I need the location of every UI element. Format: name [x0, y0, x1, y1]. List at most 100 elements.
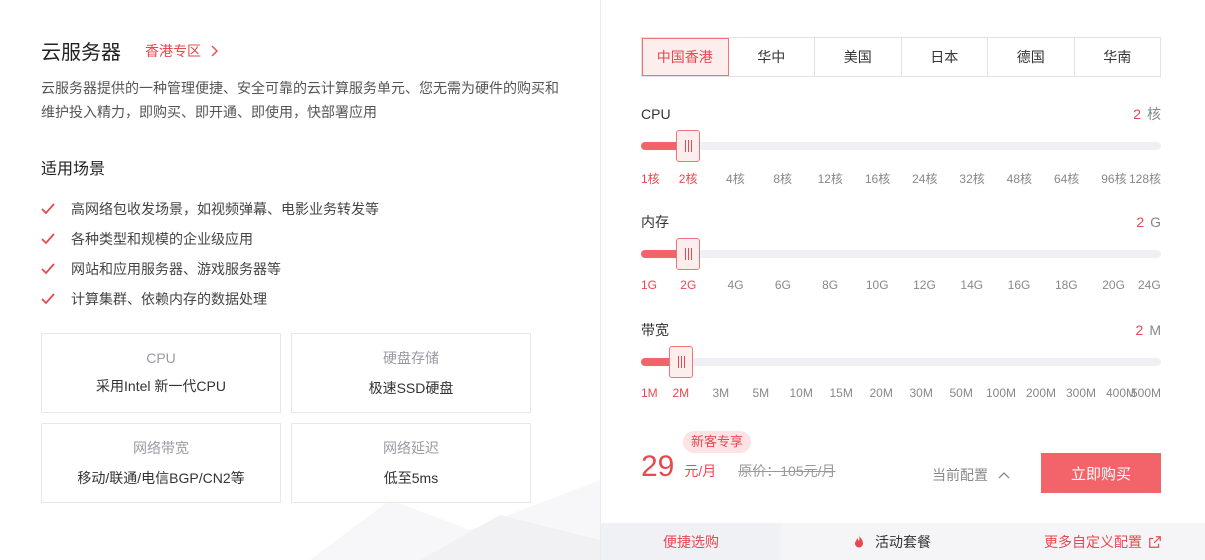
region-tab-usa[interactable]: 美国 — [815, 38, 902, 76]
slider-tick[interactable]: 18G — [1055, 278, 1078, 292]
list-item: 高网络包收发场景，如视频弹幕、电影业务转发等 — [41, 194, 379, 224]
slider-tick[interactable]: 64核 — [1054, 170, 1079, 187]
slider-tick[interactable]: 48核 — [1007, 170, 1032, 187]
current-config-label: 当前配置 — [932, 467, 988, 483]
slider-tick[interactable]: 10M — [790, 386, 813, 400]
fire-icon — [855, 534, 863, 547]
slider-tick[interactable]: 2核 — [679, 170, 698, 187]
slider-tick[interactable]: 16核 — [865, 170, 890, 187]
more-custom-config-link[interactable]: 更多自定义配置 — [1001, 523, 1205, 560]
slider-tick[interactable]: 6G — [775, 278, 791, 292]
price-unit: 元/月 — [684, 463, 717, 479]
scenario-text: 计算集群、依赖内存的数据处理 — [71, 291, 267, 307]
slider-track[interactable] — [641, 346, 1161, 378]
slider-track[interactable] — [641, 238, 1161, 270]
slider-tick[interactable]: 30M — [910, 386, 933, 400]
feature-label: CPU — [146, 350, 176, 366]
slider-value-number: 2 — [1133, 106, 1141, 122]
slider-value: 2M — [1136, 322, 1161, 338]
region-tab-japan[interactable]: 日本 — [901, 38, 988, 76]
feature-label: 网络带宽 — [133, 440, 189, 456]
feature-label: 网络延迟 — [383, 440, 439, 456]
slider-tick[interactable]: 1G — [641, 278, 657, 292]
slider-tick[interactable]: 32核 — [959, 170, 984, 187]
slider-tick[interactable]: 16G — [1008, 278, 1031, 292]
slider-tick[interactable]: 2M — [673, 386, 690, 400]
list-item: 各种类型和规模的企业级应用 — [41, 224, 379, 254]
tab-label: 活动套餐 — [875, 533, 931, 550]
slider-tick[interactable]: 4核 — [726, 170, 745, 187]
tab-activity-package[interactable]: 活动套餐 — [781, 523, 1001, 560]
original-price: 原价：105元/月 — [738, 463, 836, 479]
region-tab-hongkong[interactable]: 中国香港 — [642, 38, 729, 76]
slider-tick[interactable]: 10G — [866, 278, 889, 292]
slider-label: CPU — [641, 106, 671, 122]
scenarios-title: 适用场景 — [41, 161, 106, 178]
list-item: 网站和应用服务器、游戏服务器等 — [41, 254, 379, 284]
slider-tick[interactable]: 14G — [960, 278, 983, 292]
link-label: 更多自定义配置 — [1044, 533, 1142, 550]
slider-tick[interactable]: 1M — [641, 386, 658, 400]
slider-track[interactable] — [641, 130, 1161, 162]
feature-value: 移动/联通/电信BGP/CN2等 — [77, 470, 245, 486]
slider-tick[interactable]: 500M — [1131, 386, 1161, 400]
slider-tick[interactable]: 96核 — [1101, 170, 1126, 187]
slider-tick[interactable]: 300M — [1066, 386, 1096, 400]
memory-slider-block: 内存 2G 1G 2G 4G 6G 8G 10G 12G 14G 16G 18G 20G 24G — [641, 212, 1161, 294]
slider-tick[interactable]: 20M — [870, 386, 893, 400]
slider-handle[interactable] — [676, 238, 701, 270]
slider-tick[interactable]: 1核 — [641, 170, 660, 187]
scenario-text: 各种类型和规模的企业级应用 — [71, 231, 253, 247]
price-display: 29 元/月 原价：105元/月 — [641, 450, 836, 484]
slider-label: 带宽 — [641, 322, 669, 338]
list-item: 计算集群、依赖内存的数据处理 — [41, 284, 379, 314]
slider-tick[interactable]: 128核 — [1129, 170, 1161, 187]
slider-tick[interactable]: 12核 — [818, 170, 843, 187]
slider-tick[interactable]: 24核 — [912, 170, 937, 187]
feature-card-cpu: CPU 采用Intel 新一代CPU — [41, 333, 281, 413]
product-header: 云服务器 香港专区 — [41, 36, 221, 65]
slider-header: 带宽 2M — [641, 320, 1161, 340]
slider-tick[interactable]: 8核 — [773, 170, 792, 187]
slider-tick[interactable]: 2G — [680, 278, 696, 292]
scenario-text: 网站和应用服务器、游戏服务器等 — [71, 261, 281, 277]
slider-value-unit: 核 — [1147, 106, 1161, 122]
buy-now-button[interactable]: 立即购买 — [1041, 453, 1161, 493]
slider-tick[interactable]: 100M — [986, 386, 1016, 400]
chevron-right-icon — [211, 45, 218, 56]
price-amount: 29 — [641, 450, 675, 483]
hongkong-zone-link[interactable]: 香港专区 — [145, 41, 221, 61]
feature-card-bandwidth: 网络带宽 移动/联通/电信BGP/CN2等 — [41, 423, 281, 503]
slider-value-number: 2 — [1136, 214, 1145, 230]
slider-tick[interactable]: 5M — [753, 386, 770, 400]
chevron-up-icon — [998, 472, 1010, 479]
hongkong-zone-link-label: 香港专区 — [145, 42, 201, 59]
slider-value-unit: M — [1149, 322, 1161, 338]
region-tab-germany[interactable]: 德国 — [988, 38, 1075, 76]
configurator-column: 中国香港 华中 美国 日本 德国 华南 CPU 2核 1核 2核 4核 8核 12核 16… — [601, 0, 1205, 560]
region-tab-south-china[interactable]: 华南 — [1074, 38, 1160, 76]
slider-tick[interactable]: 24G — [1138, 278, 1161, 292]
slider-tick[interactable]: 50M — [950, 386, 973, 400]
slider-handle[interactable] — [669, 346, 693, 378]
slider-tick[interactable]: 12G — [913, 278, 936, 292]
slider-tick[interactable]: 3M — [713, 386, 730, 400]
region-tab-central-china[interactable]: 华中 — [728, 38, 815, 76]
slider-value-number: 2 — [1135, 322, 1144, 338]
slider-tick[interactable]: 4G — [728, 278, 744, 292]
check-icon — [41, 263, 55, 275]
slider-tick[interactable]: 20G — [1102, 278, 1125, 292]
slider-value: 2核 — [1133, 104, 1161, 124]
slider-handle[interactable] — [676, 130, 701, 162]
feature-label: 硬盘存储 — [383, 350, 439, 366]
slider-header: 内存 2G — [641, 212, 1161, 232]
slider-tick[interactable]: 8G — [822, 278, 838, 292]
external-link-icon — [1149, 535, 1161, 548]
current-config-toggle[interactable]: 当前配置 — [932, 465, 1010, 485]
slider-tick[interactable]: 15M — [830, 386, 853, 400]
cpu-slider-block: CPU 2核 1核 2核 4核 8核 12核 16核 24核 32核 48核 64核 96核 128核 — [641, 104, 1161, 186]
slider-tick[interactable]: 200M — [1026, 386, 1056, 400]
tab-quick-purchase[interactable]: 便捷选购 — [601, 523, 781, 560]
feature-value: 采用Intel 新一代CPU — [96, 378, 226, 394]
slider-label: 内存 — [641, 214, 669, 230]
